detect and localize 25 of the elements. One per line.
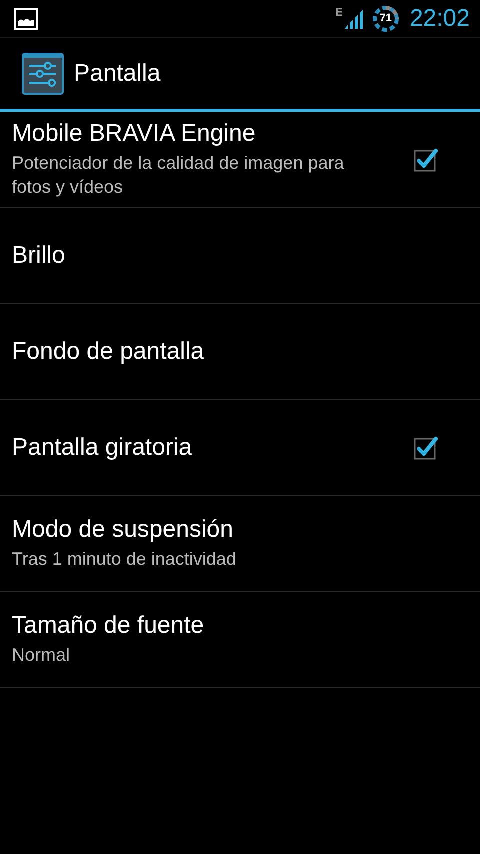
setting-summary: Potenciador de la calidad de imagen para fotos y vídeos [12, 152, 346, 199]
settings-item[interactable]: Tamaño de fuente Normal [0, 592, 480, 688]
setting-title: Fondo de pantalla [12, 338, 206, 366]
settings-item[interactable]: Modo de suspensión Tras 1 minuto de inactividad [0, 496, 480, 592]
settings-icon[interactable] [22, 52, 64, 94]
checked-checkbox[interactable] [414, 148, 438, 172]
picture-notification-icon [14, 8, 38, 30]
setting-title: Mobile BRAVIA Engine [12, 120, 257, 148]
battery-level-text: 71 [380, 13, 392, 24]
screen-title: Pantalla [74, 60, 161, 88]
clock: 22:02 [410, 4, 470, 32]
settings-item[interactable]: Brillo [0, 208, 480, 304]
setting-title: Modo de suspensión [12, 516, 234, 544]
setting-title: Pantalla giratoria [12, 434, 194, 462]
signal-icon [344, 8, 364, 30]
network-type-label: E [336, 8, 343, 18]
settings-item[interactable]: Mobile BRAVIA Engine Potenciador de la calidad de imagen para fotos y vídeos [0, 112, 480, 208]
setting-title: Tamaño de fuente [12, 612, 206, 640]
setting-summary: Tras 1 minuto de inactividad [12, 548, 238, 571]
battery-icon [372, 4, 400, 32]
checked-checkbox[interactable] [414, 436, 438, 460]
settings-item[interactable]: Fondo de pantalla [0, 304, 480, 400]
setting-title: Brillo [12, 242, 66, 270]
settings-item[interactable]: Pantalla giratoria [0, 400, 480, 496]
setting-summary: Normal [12, 644, 72, 667]
